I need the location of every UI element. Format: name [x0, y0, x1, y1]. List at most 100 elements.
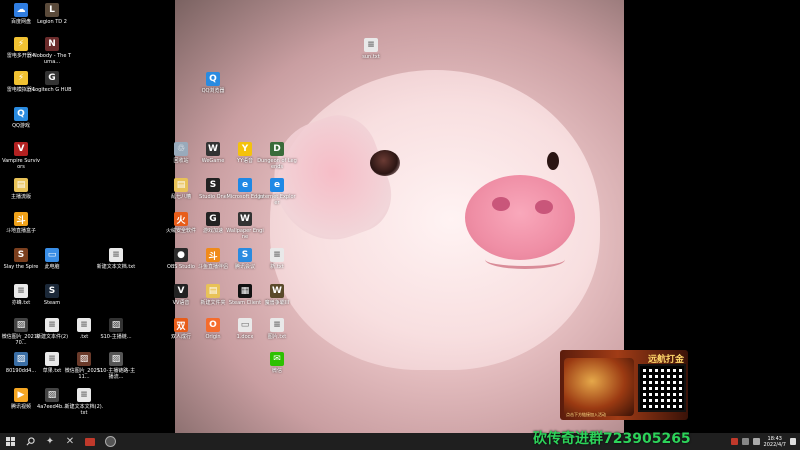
- text-file-icon: ≡: [364, 38, 378, 52]
- desktop-icon[interactable]: ▨ 微信图片_2021070...: [2, 318, 40, 346]
- desktop-icon-label: S10-主播链路-主播流...: [96, 368, 136, 380]
- ie-icon: e: [270, 178, 284, 192]
- desktop-icon[interactable]: ≡ sun.txt: [355, 38, 387, 60]
- desktop-icon-label: Internet Explorer: [258, 194, 296, 206]
- taskbar-app-icon[interactable]: ✦: [40, 433, 60, 450]
- taskbar-app-icon[interactable]: ✕: [60, 433, 80, 450]
- qr-code-icon: [638, 364, 686, 412]
- desktop-icon[interactable]: W Wallpaper Engine: [226, 212, 264, 240]
- image-file-icon: ▨: [109, 352, 123, 366]
- desktop-icon[interactable]: ▭ 此电脑: [36, 248, 68, 270]
- desktop-icon[interactable]: Q QQ游戏: [5, 107, 37, 129]
- text-file-icon: ≡: [77, 388, 91, 402]
- desktop-icon-label: 魔兽争霸III: [264, 300, 290, 306]
- desktop-icon[interactable]: ≡ 图片.txt: [261, 318, 293, 340]
- system-tray: 18:43 2022/4/7: [730, 433, 800, 450]
- stream-overlay-text: 砍传奇进群723905265: [533, 431, 691, 447]
- qr-app-icon: ▦: [238, 284, 252, 298]
- desktop-icon-label: 新建文本文档.txt: [96, 264, 136, 270]
- origin-icon: O: [206, 318, 220, 332]
- qq-game-icon: Q: [14, 107, 28, 121]
- desktop-icon-label: QQ游戏: [12, 123, 30, 129]
- desktop-icon[interactable]: G Logitech G HUB: [32, 71, 72, 93]
- text-file-icon: ≡: [45, 352, 59, 366]
- volume-icon[interactable]: [752, 438, 760, 445]
- taskbar-app-icon[interactable]: [80, 433, 100, 450]
- obs-icon: ●: [174, 248, 188, 262]
- tray-app-icon[interactable]: [730, 438, 738, 445]
- desktop-icon[interactable]: e Internet Explorer: [258, 178, 296, 206]
- pig-mouth: [485, 250, 565, 269]
- ld-player-icon: ⚡: [14, 71, 28, 85]
- desktop-icon[interactable]: W 魔兽争霸III: [261, 284, 293, 306]
- desktop-icon[interactable]: ≡ 新.txt: [261, 248, 293, 270]
- desktop-icon[interactable]: ▨ S10-主播链...: [100, 318, 132, 340]
- legion-td2-icon: L: [45, 3, 59, 17]
- search-icon[interactable]: [20, 433, 40, 450]
- qq-browser-icon: Q: [206, 72, 220, 86]
- desktop-icon-label: QQ浏览器: [201, 88, 225, 94]
- desktop-icon-label: 图片.txt: [267, 334, 287, 340]
- recycle-bin-icon: ♲: [174, 142, 188, 156]
- windows-start-icon[interactable]: [0, 433, 20, 450]
- desktop-icon[interactable]: ≡ 新建文本文档(2).txt: [65, 388, 103, 416]
- desktop-icon[interactable]: 斗斗地直播盒子: [5, 212, 37, 234]
- nobody-game-icon: N: [45, 37, 59, 51]
- wallpaper-engine-icon: W: [238, 212, 252, 226]
- desktop-icon[interactable]: ▤ 主播流版: [5, 178, 37, 200]
- desktop-icon-label: 此电脑: [44, 264, 60, 270]
- text-file-icon: ≡: [45, 318, 59, 332]
- desktop-icon-label: Logitech G HUB: [32, 87, 72, 93]
- desktop-icon[interactable]: N Nobody - The Turna...: [33, 37, 71, 65]
- desktop-icon[interactable]: ▨ S10-主播链路-主播流...: [97, 352, 135, 380]
- desktop-icon[interactable]: ✉ 微信: [261, 352, 293, 374]
- pig-eye-right: [547, 152, 559, 170]
- logitech-ghub-icon: G: [45, 71, 59, 85]
- desktop-icon[interactable]: L Legion TD 2: [36, 3, 68, 25]
- desktop-icon-label: Legion TD 2: [37, 19, 67, 25]
- network-icon[interactable]: [741, 438, 749, 445]
- image-file-icon: ▨: [14, 318, 28, 332]
- notification-icon[interactable]: [790, 438, 796, 445]
- text-file-icon: ≡: [14, 284, 28, 298]
- vv-voice-icon: V: [174, 284, 188, 298]
- edge-icon: e: [238, 178, 252, 192]
- slay-the-spire-icon: S: [14, 248, 28, 262]
- doc-file-icon: ▭: [238, 318, 252, 332]
- image-file-icon: ▨: [109, 318, 123, 332]
- huorong-icon: 火: [174, 212, 188, 226]
- douyu-box-icon: 斗: [14, 212, 28, 226]
- warcraft-icon: W: [270, 284, 284, 298]
- tencent-meeting-icon: S: [238, 248, 252, 262]
- promo-banner[interactable]: 远航打金 点击下方链接加入活动: [560, 350, 688, 420]
- text-file-icon: ≡: [270, 248, 284, 262]
- obs-taskbar-icon[interactable]: [100, 433, 120, 450]
- taskbar-clock[interactable]: 18:43 2022/4/7: [764, 436, 786, 448]
- desktop-icon[interactable]: V Vampire Survivors: [2, 142, 40, 170]
- folder-icon: ▤: [14, 178, 28, 192]
- image-file-icon: ▨: [14, 352, 28, 366]
- pig-eye-left: [370, 150, 400, 176]
- desktop-icon[interactable]: Q QQ浏览器: [197, 72, 229, 94]
- desktop-icon-label: 新.txt: [270, 264, 284, 270]
- douyu-companion-icon: 斗: [206, 248, 220, 262]
- this-pc-icon: ▭: [45, 248, 59, 262]
- desktop-icon[interactable]: ≡ 新建文本文档.txt: [97, 248, 135, 270]
- pig-snout: [465, 175, 575, 260]
- desktop-icon[interactable]: D Dungeon of Legends: [257, 142, 297, 170]
- desktop-icon[interactable]: S Steam: [36, 284, 68, 306]
- desktop-icon-label: Wallpaper Engine: [226, 228, 264, 240]
- desktop-icon-label: 微信: [271, 368, 282, 374]
- steam-icon: S: [45, 284, 59, 298]
- promo-character-image: [564, 358, 634, 416]
- folder-icon: ▤: [174, 178, 188, 192]
- desktop-icon-label: 新建文本文档(2).txt: [64, 404, 104, 416]
- pig-nostril: [492, 197, 510, 211]
- image-file-icon: ▨: [45, 388, 59, 402]
- tencent-video-icon: ▶: [14, 388, 28, 402]
- desktop-icon-label: Vampire Survivors: [2, 158, 40, 170]
- desktop-icon-label: Nobody - The Turna...: [32, 53, 72, 65]
- yy-icon: Y: [238, 142, 252, 156]
- game-boost-icon: G: [206, 212, 220, 226]
- promo-caption: 点击下方链接加入活动: [566, 412, 606, 417]
